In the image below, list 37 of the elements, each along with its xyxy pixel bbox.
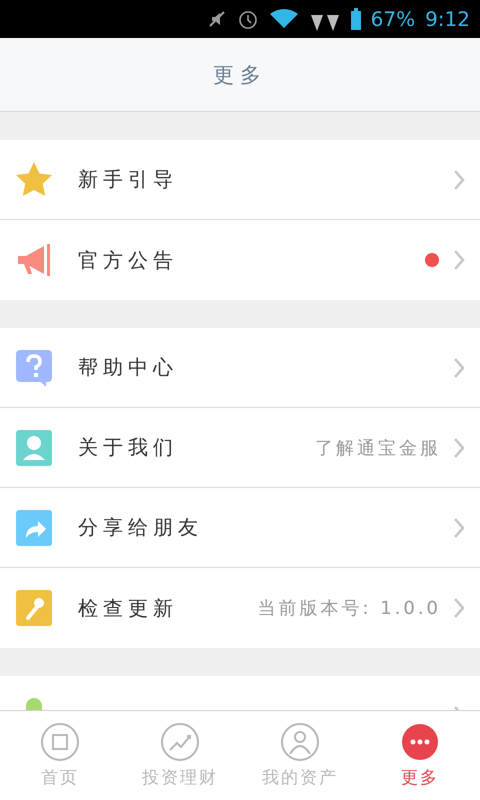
menu-label: 新手引导 (78, 166, 178, 193)
user-icon (280, 722, 320, 762)
menu-item[interactable]: 分享给朋友 (0, 488, 480, 568)
mute-icon (206, 9, 227, 29)
page-title: 更多 (213, 62, 267, 88)
home-icon (40, 722, 80, 762)
tab[interactable]: 更多 (360, 711, 480, 800)
menu-note: 了解通宝金服 (315, 436, 441, 460)
menu-label: 关于我们 (78, 434, 178, 461)
clock: 9:12 (425, 7, 470, 31)
battery-icon (350, 8, 361, 30)
help-icon (14, 348, 54, 388)
chevron-icon (453, 436, 465, 458)
menu-label: 官方公告 (78, 246, 178, 274)
menu-item[interactable]: 帮助中心 (0, 328, 480, 408)
menu-note: 当前版本号: 1.0.0 (257, 597, 441, 620)
person-icon (14, 428, 54, 468)
wrench-icon (14, 588, 54, 628)
more-icon (400, 722, 440, 762)
chart-icon (160, 722, 200, 762)
menu-item[interactable]: 官方公告 (0, 220, 480, 300)
menu-label: 帮助中心 (78, 354, 178, 381)
menu-item[interactable]: 新手引导 (0, 140, 480, 220)
alarm-icon (236, 8, 259, 30)
chevron-icon (453, 516, 465, 538)
chevron-icon (453, 249, 465, 271)
chevron-icon (453, 168, 465, 190)
battery-level: 67% (370, 7, 416, 31)
chevron-icon (453, 597, 465, 619)
chevron-icon (453, 356, 465, 378)
menu-item[interactable]: 关于我们 了解通宝金服 (0, 408, 480, 488)
menu-label: 检查更新 (78, 594, 178, 622)
notification-dot (425, 253, 439, 267)
menu-label: 分享给朋友 (78, 514, 203, 541)
share-icon (14, 508, 54, 548)
menu-item[interactable]: 检查更新 当前版本号: 1.0.0 (0, 568, 480, 648)
wifi-icon (268, 9, 299, 29)
